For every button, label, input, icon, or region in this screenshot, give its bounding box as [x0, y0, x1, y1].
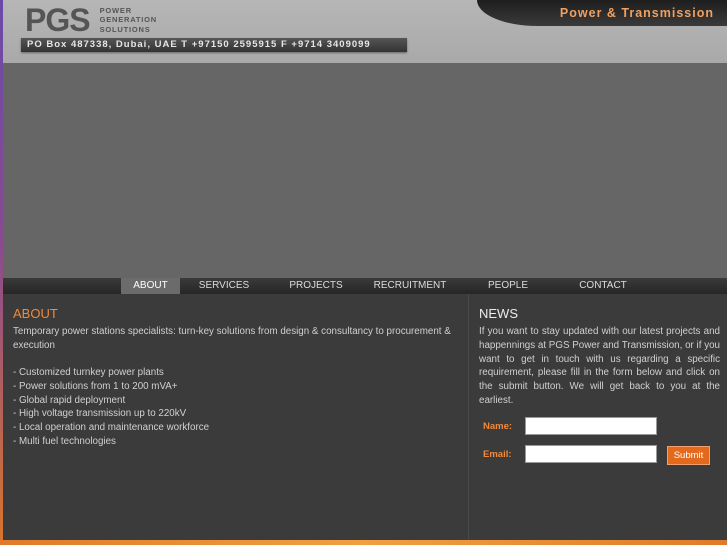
news-heading: NEWS — [479, 306, 518, 321]
header: PGS POWER GENERATION SOLUTIONS PO Box 48… — [3, 0, 727, 63]
nav-item-services[interactable]: SERVICES — [189, 278, 259, 294]
hero-banner — [3, 63, 727, 278]
nav-item-projects[interactable]: PROJECTS — [279, 278, 353, 294]
list-item: - Power solutions from 1 to 200 mVA+ — [13, 380, 178, 392]
nav-item-recruitment[interactable]: RECRUITMENT — [367, 278, 453, 294]
tagline-banner: Power & Transmission — [477, 0, 727, 26]
logo[interactable]: PGS POWER GENERATION SOLUTIONS — [25, 4, 157, 36]
content-area: ABOUT Temporary power stations specialis… — [3, 294, 727, 540]
about-heading: ABOUT — [13, 306, 58, 321]
main-nav: ABOUT SERVICES PROJECTS RECRUITMENT PEOP… — [3, 278, 727, 294]
page: PGS POWER GENERATION SOLUTIONS PO Box 48… — [0, 0, 727, 545]
logo-subtitle-line: SOLUTIONS — [99, 24, 151, 34]
list-item: - Multi fuel technologies — [13, 435, 116, 447]
about-list: - Customized turnkey power plants - Powe… — [13, 366, 209, 449]
name-input[interactable] — [525, 417, 657, 435]
name-label: Name: — [483, 421, 513, 432]
logo-subtitle-line: GENERATION — [99, 15, 158, 25]
email-input[interactable] — [525, 445, 657, 463]
nav-item-contact[interactable]: CONTACT — [569, 278, 637, 294]
email-label: Email: — [483, 449, 512, 460]
submit-button[interactable]: Submit — [667, 446, 710, 465]
logo-subtitle: POWER GENERATION SOLUTIONS — [100, 6, 157, 35]
news-section: NEWS If you want to stay updated with ou… — [468, 294, 727, 540]
nav-item-about[interactable]: ABOUT — [121, 278, 180, 294]
logo-subtitle-line: POWER — [99, 5, 132, 15]
tagline-text: Power & Transmission — [559, 6, 714, 20]
nav-item-people[interactable]: PEOPLE — [479, 278, 537, 294]
about-section: ABOUT Temporary power stations specialis… — [3, 294, 468, 540]
list-item: - High voltage transmission up to 220kV — [13, 408, 187, 420]
bottom-accent-stripe — [0, 540, 727, 545]
list-item: - Customized turnkey power plants — [13, 367, 164, 378]
logo-mark: PGS — [25, 2, 91, 38]
news-text: If you want to stay updated with our lat… — [479, 326, 720, 406]
contact-info: PO Box 487338, Dubai, UAE T +97150 25959… — [21, 38, 407, 52]
list-item: - Global rapid deployment — [13, 394, 126, 406]
left-accent-stripe — [0, 0, 3, 545]
about-intro: Temporary power stations specialists: tu… — [13, 326, 451, 351]
list-item: - Local operation and maintenance workfo… — [13, 422, 210, 434]
